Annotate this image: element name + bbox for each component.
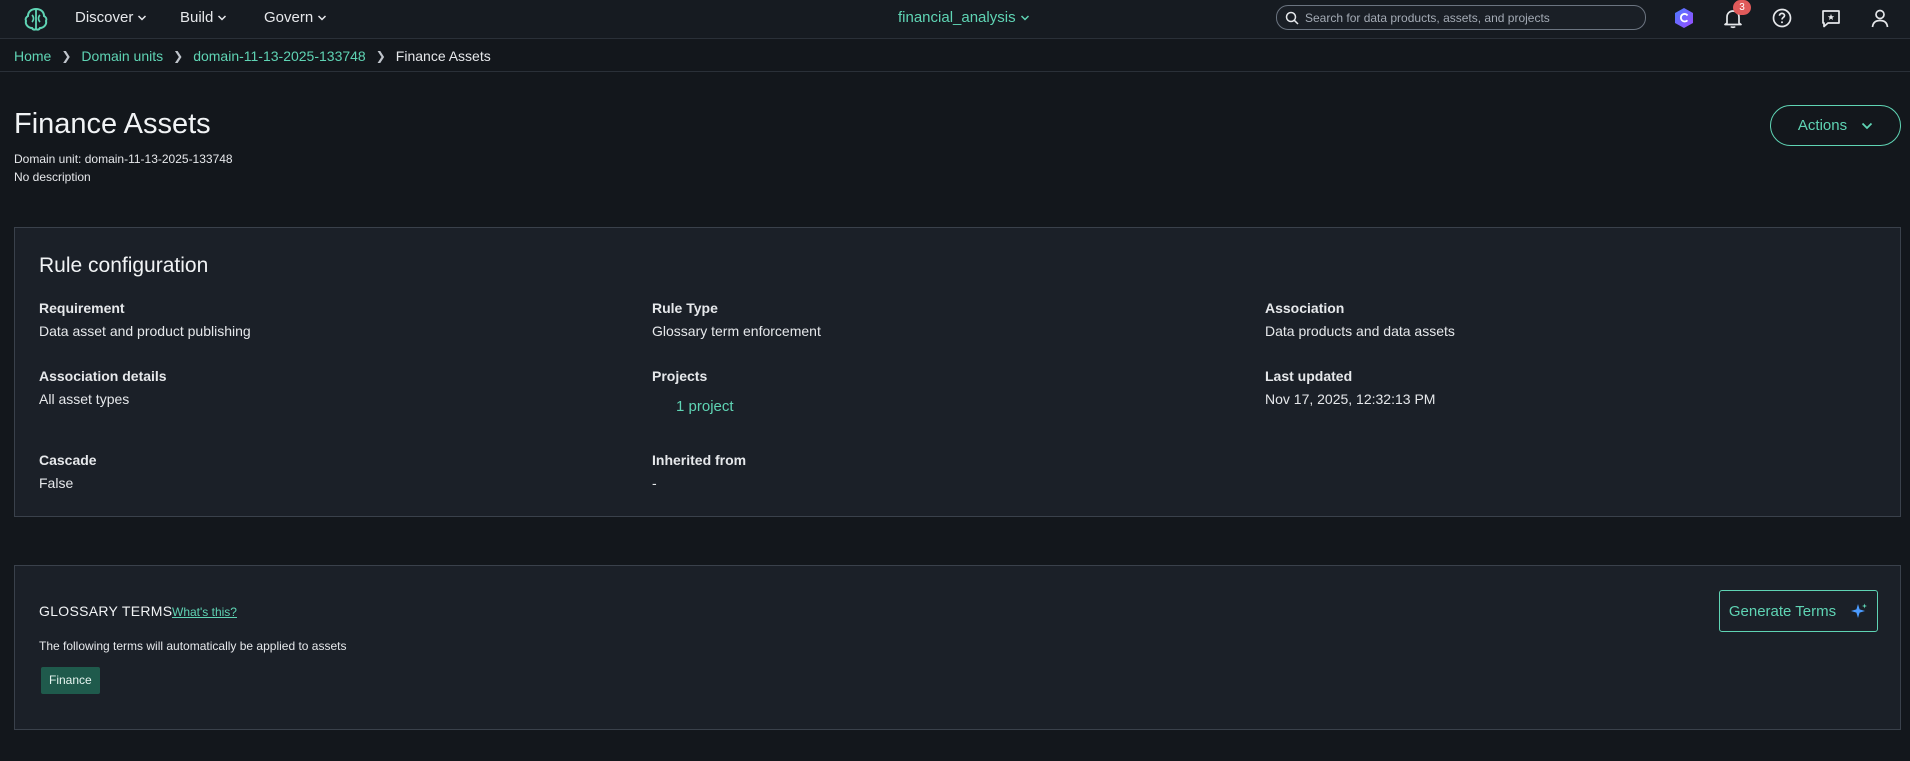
search-icon bbox=[1285, 11, 1299, 25]
inherited-from-value: - bbox=[652, 475, 657, 491]
nav-govern-label: Govern bbox=[264, 9, 314, 26]
user-profile-icon[interactable] bbox=[1868, 6, 1892, 30]
actions-button-label: Actions bbox=[1797, 117, 1848, 134]
association-details-value: All asset types bbox=[39, 391, 130, 407]
glossary-terms-panel: GLOSSARY TERMS What's this? The followin… bbox=[14, 565, 1901, 730]
cascade-label: Cascade bbox=[39, 452, 97, 468]
breadcrumb-domain-units-link[interactable]: Domain units bbox=[81, 48, 163, 64]
requirement-value: Data asset and product publishing bbox=[39, 323, 251, 339]
projects-link[interactable]: 1 project bbox=[676, 398, 734, 415]
last-updated-label: Last updated bbox=[1265, 368, 1353, 384]
projects-label: Projects bbox=[652, 368, 708, 384]
sparkle-icon bbox=[1851, 603, 1868, 618]
generate-terms-label: Generate Terms bbox=[1728, 602, 1837, 620]
notification-count-badge: 3 bbox=[1733, 0, 1751, 15]
association-details-label: Association details bbox=[39, 368, 167, 384]
domain-unit-info: Domain unit: domain-11-13-2025-133748 bbox=[14, 152, 233, 166]
cascade-value: False bbox=[39, 475, 74, 491]
chevron-down-icon bbox=[1020, 14, 1029, 21]
nav-discover-label: Discover bbox=[75, 9, 134, 26]
feedback-icon[interactable] bbox=[1819, 6, 1843, 30]
page-description: No description bbox=[14, 170, 91, 184]
project-name: financial_analysis bbox=[898, 9, 1016, 26]
search-input[interactable] bbox=[1305, 10, 1635, 25]
breadcrumb-current: Finance Assets bbox=[395, 48, 491, 64]
nav-discover-menu[interactable]: Discover bbox=[75, 9, 147, 26]
rule-type-label: Rule Type bbox=[652, 300, 718, 316]
actions-button[interactable]: Actions bbox=[1770, 105, 1901, 146]
association-value: Data products and data assets bbox=[1265, 323, 1455, 339]
breadcrumb-domain-link[interactable]: domain-11-13-2025-133748 bbox=[193, 48, 366, 64]
glossary-terms-description: The following terms will automatically b… bbox=[39, 639, 347, 653]
page-title: Finance Assets bbox=[14, 108, 211, 140]
breadcrumb-home-link[interactable]: Home bbox=[14, 48, 51, 64]
rule-configuration-panel: Rule configuration Requirement Data asse… bbox=[14, 227, 1901, 517]
glossary-term-tag[interactable]: Finance bbox=[41, 667, 100, 694]
nav-build-menu[interactable]: Build bbox=[180, 9, 227, 26]
domain-unit-label: Domain unit: bbox=[14, 152, 82, 166]
chevron-down-icon bbox=[138, 14, 147, 21]
generate-terms-button[interactable]: Generate Terms bbox=[1719, 590, 1878, 632]
nav-govern-menu[interactable]: Govern bbox=[264, 9, 327, 26]
help-icon[interactable] bbox=[1770, 6, 1794, 30]
top-navigation-bar: Discover Build Govern financial_analysis… bbox=[0, 0, 1910, 39]
last-updated-value: Nov 17, 2025, 12:32:13 PM bbox=[1265, 391, 1436, 407]
glossary-terms-title: GLOSSARY TERMS bbox=[39, 603, 173, 619]
chevron-down-icon bbox=[318, 14, 327, 21]
rule-configuration-title: Rule configuration bbox=[39, 254, 209, 277]
domain-unit-value: domain-11-13-2025-133748 bbox=[84, 152, 233, 166]
app-logo-icon[interactable] bbox=[22, 5, 50, 33]
association-label: Association bbox=[1265, 300, 1345, 316]
ai-assistant-icon[interactable] bbox=[1672, 6, 1696, 30]
chevron-right-icon: ❯ bbox=[375, 49, 386, 63]
whats-this-link[interactable]: What's this? bbox=[172, 605, 237, 619]
project-switcher[interactable]: financial_analysis bbox=[898, 9, 1030, 26]
chevron-right-icon: ❯ bbox=[173, 49, 184, 63]
chevron-right-icon: ❯ bbox=[61, 49, 72, 63]
chevron-down-icon bbox=[1861, 122, 1873, 129]
chevron-down-icon bbox=[218, 14, 227, 21]
search-box bbox=[1276, 5, 1646, 30]
nav-build-label: Build bbox=[180, 9, 214, 26]
requirement-label: Requirement bbox=[39, 300, 125, 316]
breadcrumb: Home ❯ Domain units ❯ domain-11-13-2025-… bbox=[14, 48, 491, 64]
breadcrumb-divider bbox=[0, 71, 1910, 72]
rule-type-value: Glossary term enforcement bbox=[652, 323, 821, 339]
inherited-from-label: Inherited from bbox=[652, 452, 747, 468]
